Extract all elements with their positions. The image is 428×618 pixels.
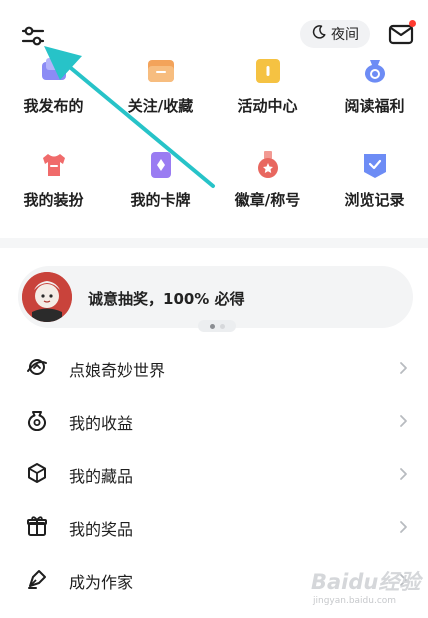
menu-item-label: 我的奖品 bbox=[69, 520, 134, 539]
moon-icon bbox=[311, 24, 327, 44]
cube-icon bbox=[26, 462, 48, 484]
grid-item-label: 阅读福利 bbox=[344, 97, 405, 115]
menu-item-label: 成为作家 bbox=[69, 573, 134, 592]
menu-item-my-prizes[interactable]: 我的奖品 bbox=[0, 499, 428, 552]
banner-text: 诚意抽奖，100% 必得 bbox=[88, 290, 245, 308]
grid-item-label: 浏览记录 bbox=[344, 191, 405, 209]
grid-item-reading-rewards[interactable]: 阅读福利 bbox=[321, 56, 428, 116]
grid-item-label: 我的卡牌 bbox=[130, 191, 191, 209]
watermark-url: jingyan.baidu.com bbox=[313, 596, 397, 606]
banner-pager bbox=[198, 320, 236, 332]
card-icon bbox=[146, 150, 176, 180]
grid-item-label: 我发布的 bbox=[23, 97, 84, 115]
grid-item-label: 徽章/称号 bbox=[234, 191, 301, 209]
grid-item-label: 关注/收藏 bbox=[127, 97, 194, 115]
medal-icon bbox=[253, 150, 283, 180]
menu-item-label: 我的藏品 bbox=[69, 467, 134, 486]
pager-dot bbox=[219, 323, 225, 329]
grid-item-follow-collect[interactable]: 关注/收藏 bbox=[107, 56, 214, 116]
grid-item-my-cards[interactable]: 我的卡牌 bbox=[107, 150, 214, 210]
chevron-right-icon bbox=[398, 519, 408, 533]
menu-item-my-income[interactable]: 我的收益 bbox=[0, 393, 428, 446]
gift-icon bbox=[26, 515, 48, 537]
grid-item-label: 活动中心 bbox=[237, 97, 298, 115]
top-bar: 夜间 bbox=[0, 0, 428, 56]
grid-item-activity-center[interactable]: 活动中心 bbox=[214, 56, 321, 116]
menu-item-label: 点娘奇妙世界 bbox=[69, 361, 166, 380]
chevron-right-icon bbox=[398, 466, 408, 480]
grid-item-label: 我的装扮 bbox=[23, 191, 84, 209]
grid-item-my-posts[interactable]: 我发布的 bbox=[0, 56, 107, 116]
pager-dot-active bbox=[209, 323, 215, 329]
night-mode-label: 夜间 bbox=[331, 27, 359, 43]
banner-character-image bbox=[22, 272, 72, 322]
unread-badge bbox=[409, 20, 416, 27]
menu-item-wonder-world[interactable]: 点娘奇妙世界 bbox=[0, 340, 428, 393]
chevron-right-icon bbox=[398, 360, 408, 374]
menu-item-my-collection[interactable]: 我的藏品 bbox=[0, 446, 428, 499]
grid-item-badges-titles[interactable]: 徽章/称号 bbox=[214, 150, 321, 210]
pen-nib-icon bbox=[26, 568, 48, 590]
gift-box-icon bbox=[253, 56, 283, 86]
income-bag-icon bbox=[26, 409, 48, 432]
menu-item-label: 我的收益 bbox=[69, 414, 134, 433]
lottery-banner[interactable]: 诚意抽奖，100% 必得 bbox=[18, 266, 413, 332]
planet-icon bbox=[26, 356, 48, 378]
grid-item-my-outfit[interactable]: 我的装扮 bbox=[0, 150, 107, 210]
money-bag-icon bbox=[360, 56, 390, 86]
grid-item-browse-history[interactable]: 浏览记录 bbox=[321, 150, 428, 210]
tshirt-icon bbox=[39, 150, 69, 180]
baidu-watermark: Baidu经验 jingyan.baidu.com bbox=[305, 566, 423, 610]
history-icon bbox=[360, 150, 390, 180]
watermark-logo-text: Baidu经验 bbox=[311, 570, 421, 594]
folder-icon bbox=[146, 56, 176, 86]
section-divider bbox=[0, 238, 428, 248]
mail-icon[interactable] bbox=[388, 20, 416, 46]
night-mode-toggle[interactable]: 夜间 bbox=[300, 20, 370, 48]
my-posts-icon bbox=[39, 56, 69, 86]
chevron-right-icon bbox=[398, 413, 408, 427]
sliders-icon[interactable] bbox=[20, 24, 46, 48]
